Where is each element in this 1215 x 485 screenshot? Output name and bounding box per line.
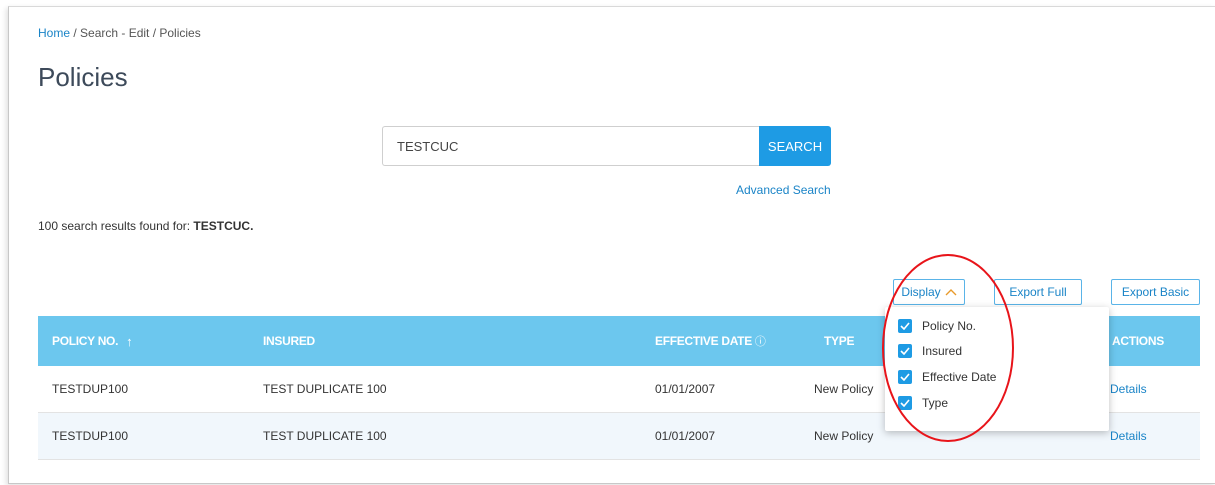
results-summary: 100 search results found for: TESTCUC. bbox=[38, 219, 253, 233]
page-title: Policies bbox=[38, 62, 128, 92]
search-input[interactable] bbox=[382, 126, 763, 166]
advanced-search-link[interactable]: Advanced Search bbox=[736, 183, 831, 197]
column-header-policy-no[interactable]: POLICY NO. ↑ bbox=[52, 316, 133, 366]
breadcrumb: Home / Search - Edit / Policies bbox=[38, 26, 201, 40]
export-full-button[interactable]: Export Full bbox=[994, 279, 1082, 305]
cell-insured: TEST DUPLICATE 100 bbox=[263, 382, 387, 396]
cell-policy-no: TESTDUP100 bbox=[52, 382, 129, 396]
chevron-up-icon bbox=[945, 289, 957, 296]
column-header-effective-date[interactable]: EFFECTIVE DATE ⓘ bbox=[655, 316, 766, 366]
cell-policy-no: TESTDUP100 bbox=[52, 429, 129, 443]
policy-no-header-label: POLICY NO. bbox=[52, 334, 119, 348]
export-basic-button[interactable]: Export Basic bbox=[1111, 279, 1200, 305]
checkbox-checked-icon[interactable] bbox=[898, 319, 912, 333]
results-term: TESTCUC. bbox=[193, 219, 254, 233]
display-option-label: Policy No. bbox=[922, 319, 977, 333]
display-option-type[interactable]: Type bbox=[898, 396, 948, 410]
display-option-effective-date[interactable]: Effective Date bbox=[898, 370, 996, 384]
details-link[interactable]: Details bbox=[1110, 413, 1147, 459]
display-columns-menu: Policy No. Insured Effective Date Type bbox=[885, 307, 1109, 431]
details-link[interactable]: Details bbox=[1110, 366, 1147, 412]
info-icon[interactable]: ⓘ bbox=[755, 333, 766, 349]
display-label: Display bbox=[901, 285, 941, 299]
column-header-insured[interactable]: INSURED bbox=[263, 316, 315, 366]
cell-type: New Policy bbox=[814, 382, 874, 396]
cell-insured: TEST DUPLICATE 100 bbox=[263, 429, 387, 443]
column-header-type[interactable]: TYPE bbox=[824, 316, 854, 366]
checkbox-checked-icon[interactable] bbox=[898, 344, 912, 358]
display-option-policy-no[interactable]: Policy No. bbox=[898, 319, 976, 333]
checkbox-checked-icon[interactable] bbox=[898, 370, 912, 384]
effective-date-header-label: EFFECTIVE DATE bbox=[655, 334, 752, 348]
breadcrumb-trail: / Search - Edit / Policies bbox=[70, 26, 201, 40]
column-header-actions: ACTIONS bbox=[1112, 334, 1164, 348]
breadcrumb-home-link[interactable]: Home bbox=[38, 26, 70, 40]
search-button[interactable]: SEARCH bbox=[759, 126, 831, 166]
cell-effective-date: 01/01/2007 bbox=[655, 382, 716, 396]
cell-effective-date: 01/01/2007 bbox=[655, 429, 716, 443]
display-option-label: Effective Date bbox=[922, 370, 997, 384]
checkbox-checked-icon[interactable] bbox=[898, 396, 912, 410]
cell-type: New Policy bbox=[814, 429, 874, 443]
display-button[interactable]: Display bbox=[893, 279, 965, 305]
sort-ascending-icon: ↑ bbox=[126, 333, 133, 349]
display-option-insured[interactable]: Insured bbox=[898, 344, 962, 358]
display-option-label: Insured bbox=[922, 344, 963, 358]
results-prefix: 100 search results found for: bbox=[38, 219, 194, 233]
display-option-label: Type bbox=[922, 396, 949, 410]
